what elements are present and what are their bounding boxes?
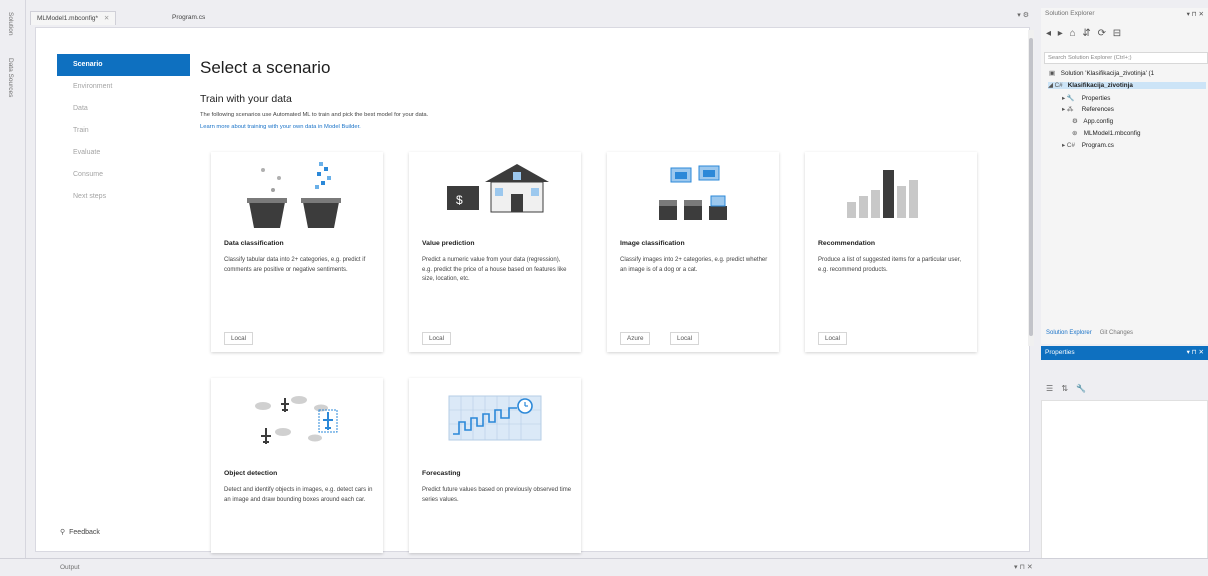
- tree-item-properties[interactable]: ▸ 🔧 Properties: [1062, 94, 1110, 102]
- card-data-classification[interactable]: Data classification Classify tabular dat…: [211, 152, 383, 352]
- tab-mlmodel-label: MLModel1.mbconfig*: [37, 15, 99, 22]
- feedback-link[interactable]: ⚲ Feedback: [60, 528, 100, 536]
- solution-explorer-title: Solution Explorer: [1045, 10, 1095, 17]
- env-local-button[interactable]: Local: [818, 332, 848, 345]
- solution-explorer-tabs: Solution Explorer Git Changes: [1046, 330, 1133, 336]
- card-value-prediction-title: Value prediction: [422, 240, 475, 247]
- object-detection-illustration: [255, 396, 338, 444]
- properties-title: Properties: [1045, 349, 1075, 356]
- card-forecasting-title: Forecasting: [422, 470, 461, 477]
- env-azure-button[interactable]: Azure: [620, 332, 651, 345]
- nav-scenario[interactable]: Scenario: [57, 54, 190, 76]
- section-description: The following scenarios use Automated ML…: [200, 112, 429, 118]
- tab-program-label: Program.cs: [172, 14, 206, 21]
- tree-item-references[interactable]: ▸ ⁂ References: [1062, 106, 1114, 113]
- tab-git-changes[interactable]: Git Changes: [1100, 330, 1133, 336]
- tab-solution-explorer[interactable]: Solution Explorer: [1046, 330, 1092, 336]
- references-icon: ▸ ⁂: [1062, 106, 1074, 113]
- tree-label: Solution 'Klasifikacija_zivotinja' (1: [1060, 70, 1155, 77]
- data-sources-strip-tab[interactable]: Data Sources: [7, 58, 14, 97]
- nav-next-steps[interactable]: Next steps: [57, 186, 190, 208]
- tree-label: Properties: [1081, 95, 1111, 102]
- nav-data[interactable]: Data: [57, 98, 190, 120]
- env-local-button[interactable]: Local: [670, 332, 700, 345]
- tree-item-solution[interactable]: ▣ Solution 'Klasifikacija_zivotinja' (1: [1049, 70, 1154, 77]
- tab-program-cs[interactable]: Program.cs: [166, 11, 211, 25]
- tree-label: MLModel1.mbconfig: [1083, 130, 1141, 137]
- tree-label: References: [1081, 106, 1114, 113]
- image-classification-illustration: [659, 165, 727, 220]
- scrollbar-thumb[interactable]: [1029, 38, 1033, 336]
- card-value-prediction-desc: Predict a numeric value from your data (…: [422, 257, 567, 282]
- nav-evaluate[interactable]: Evaluate: [57, 142, 190, 164]
- card-forecasting[interactable]: Forecasting Predict future values based …: [409, 378, 581, 553]
- left-tool-strip: Solution Data Sources: [0, 0, 26, 576]
- nav-environment[interactable]: Environment: [57, 76, 190, 98]
- tree-label: Klasifikacija_zivotinja: [1067, 82, 1133, 89]
- card-value-prediction[interactable]: $ Value prediction Predict a numeric val…: [409, 152, 581, 352]
- tree-item-program-cs[interactable]: ▸ C# Program.cs: [1062, 142, 1114, 149]
- document-tab-bar: MLModel1.mbconfig* ✕ Program.cs ▾ ⚙: [28, 8, 1033, 27]
- nav-train[interactable]: Train: [57, 120, 190, 142]
- tree-item-mbconfig[interactable]: ⊛ MLModel1.mbconfig: [1072, 130, 1140, 137]
- solution-icon: ▣: [1049, 70, 1055, 77]
- output-panel-bar: Output ▾ ⊓ ✕: [0, 558, 1208, 576]
- svg-text:$: $: [456, 193, 463, 207]
- data-classification-illustration: [247, 162, 341, 228]
- forecasting-illustration: [448, 395, 542, 441]
- card-image-classification[interactable]: Image classification Classify images int…: [607, 152, 779, 352]
- card-object-detection-desc: Detect and identify objects in images, e…: [224, 487, 373, 503]
- card-forecasting-desc: Predict future values based on previousl…: [422, 487, 572, 503]
- card-image-classification-desc: Classify images into 2+ categories, e.g.…: [620, 257, 768, 273]
- properties-toolbar[interactable]: ☰ ⇅ 🔧: [1046, 384, 1089, 393]
- card-recommendation[interactable]: Recommendation Produce a list of suggest…: [805, 152, 977, 352]
- wrench-icon: ▸ 🔧: [1062, 95, 1075, 102]
- project-icon: ◢ C#: [1048, 82, 1063, 89]
- nav-consume[interactable]: Consume: [57, 164, 190, 186]
- section-title: Train with your data: [200, 93, 292, 105]
- properties-header: Properties ▾ ⊓ ✕: [1041, 346, 1208, 360]
- tree-label: Program.cs: [1081, 142, 1114, 149]
- solution-explorer-search-input[interactable]: Search Solution Explorer (Ctrl+;): [1044, 52, 1208, 64]
- tree-item-app-config[interactable]: ⚙ App.config: [1072, 118, 1113, 125]
- config-icon: ⚙: [1072, 118, 1078, 125]
- card-data-classification-title: Data classification: [224, 240, 284, 247]
- card-recommendation-title: Recommendation: [818, 240, 876, 247]
- card-object-detection-title: Object detection: [224, 470, 278, 477]
- tab-mlmodel[interactable]: MLModel1.mbconfig* ✕: [30, 11, 117, 25]
- card-recommendation-desc: Produce a list of suggested items for a …: [818, 257, 962, 273]
- mlmodel-icon: ⊛: [1072, 130, 1078, 137]
- csharp-file-icon: ▸ C#: [1062, 142, 1075, 149]
- tree-label: App.config: [1083, 118, 1114, 125]
- card-image-classification-title: Image classification: [620, 240, 685, 247]
- feedback-label: Feedback: [69, 529, 100, 536]
- tab-controls[interactable]: ▾ ⚙: [1017, 11, 1029, 19]
- card-data-classification-desc: Classify tabular data into 2+ categories…: [224, 257, 366, 273]
- document-scrollbar[interactable]: [1028, 30, 1034, 346]
- wizard-nav: Scenario Environment Data Train Evaluate…: [57, 54, 190, 208]
- recommendation-illustration: [847, 170, 918, 218]
- properties-grid: [1041, 400, 1208, 560]
- env-local-button[interactable]: Local: [422, 332, 452, 345]
- output-tab[interactable]: Output: [60, 564, 80, 571]
- tree-item-project[interactable]: ◢ C# Klasifikacija_zivotinja: [1048, 82, 1206, 89]
- solution-strip-tab[interactable]: Solution: [7, 12, 14, 36]
- value-prediction-illustration: $: [447, 164, 549, 213]
- solution-explorer-toolbar[interactable]: ◂ ▸ ⌂ ⇵ ⟳ ⊟: [1046, 28, 1123, 39]
- properties-controls[interactable]: ▾ ⊓ ✕: [1187, 346, 1204, 360]
- feedback-icon: ⚲: [60, 529, 66, 536]
- learn-more-link[interactable]: Learn more about training with your own …: [200, 124, 361, 130]
- env-local-button[interactable]: Local: [224, 332, 254, 345]
- solution-explorer-controls[interactable]: ▾ ⊓ ✕: [1187, 10, 1204, 18]
- page-title: Select a scenario: [200, 58, 331, 77]
- tab-close-icon[interactable]: ✕: [104, 15, 109, 22]
- output-controls[interactable]: ▾ ⊓ ✕: [1014, 563, 1033, 571]
- card-object-detection[interactable]: Object detection Detect and identify obj…: [211, 378, 383, 553]
